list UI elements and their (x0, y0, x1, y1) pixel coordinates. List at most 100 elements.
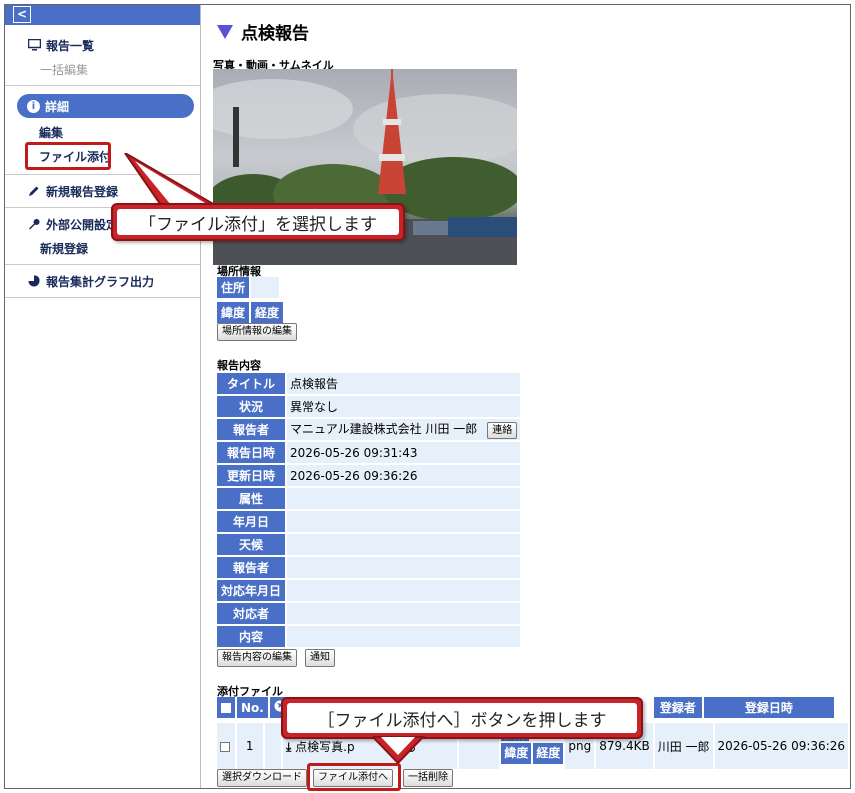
to-file-attach-highlight (307, 763, 401, 791)
content-row-value (287, 511, 521, 532)
table-row: 報告者 マニュアル建設株式会社 川田 一郎 連絡 (217, 419, 521, 440)
file-attach-highlight (25, 142, 111, 170)
callout-press-button-text: ［ファイル添付へ］ボタンを押します (287, 703, 637, 733)
sidebar-item-report-list[interactable]: 報告一覧 (5, 33, 200, 57)
row-checkbox[interactable] (217, 723, 235, 769)
callout-press-button: ［ファイル添付へ］ボタンを押します (281, 697, 643, 739)
row-no: 1 (236, 723, 263, 769)
content-row-value-text: マニュアル建設株式会社 川田 一郎 (290, 422, 478, 436)
content-row-label: 状況 (217, 396, 286, 417)
content-row-label: 対応年月日 (217, 580, 286, 601)
pie-chart-icon (27, 274, 41, 288)
bulk-delete-button[interactable]: 一括削除 (403, 769, 453, 787)
chevron-left-icon[interactable]: < (13, 6, 31, 23)
callout-select-file-attach: 「ファイル添付」を選択します (111, 203, 405, 241)
content-row-label: 対応者 (217, 603, 286, 624)
content-row-label: タイトル (217, 373, 286, 394)
content-row-label: 報告者 (217, 557, 286, 578)
main-content: 点検報告 写真・動画・サムネイル 場所情報 住所 緯度 経度 場所情報の編集 報… (213, 5, 850, 791)
reg-date-header: 登録日時 (703, 697, 834, 718)
table-row: 報告者 (217, 557, 521, 578)
no-header: No. (237, 697, 268, 718)
page-title-text: 点検報告 (241, 24, 309, 44)
sidebar-item-label: 一括編集 (40, 62, 89, 77)
content-row-label: 報告日時 (217, 442, 286, 463)
content-row-value (287, 580, 521, 601)
location-table: 住所 (215, 275, 281, 300)
select-all-checkbox[interactable] (217, 697, 235, 718)
sidebar-item-label: 新規登録 (40, 241, 89, 256)
location-latlng-table: 緯度 経度 (215, 300, 285, 325)
sidebar-item-graph-output[interactable]: 報告集計グラフ出力 (5, 269, 200, 293)
table-row: 対応者 (217, 603, 521, 624)
content-row-value (287, 626, 521, 647)
content-row-label: 天候 (217, 534, 286, 555)
row-reg-date: 2026-05-26 09:36:26 (714, 723, 848, 769)
sidebar-item-label: 報告集計グラフ出力 (46, 274, 155, 289)
pencil-icon (27, 184, 41, 198)
sidebar-item-label: 報告一覧 (46, 38, 95, 53)
content-row-value-text: 異常なし (290, 400, 339, 414)
row-globe-cell (264, 723, 282, 769)
content-row-label: 属性 (217, 488, 286, 509)
info-icon: i (27, 99, 40, 113)
row-registrant: 川田 一郎 (654, 723, 713, 769)
row-lat-label: 緯度 (501, 742, 532, 764)
sidebar-item-edit[interactable]: 編集 (5, 120, 200, 144)
content-row-label: 年月日 (217, 511, 286, 532)
wrench-icon (27, 217, 41, 231)
sidebar-item-bulk-edit: 一括編集 (5, 57, 200, 81)
monitor-icon (27, 38, 41, 52)
content-row-value: 異常なし (287, 396, 521, 417)
content-table: タイトル 点検報告 状況 異常なし 報告者 マニュアル建設株式会社 川田 一郎 連絡 報告日時… (215, 371, 522, 649)
content-row-label: 更新日時 (217, 465, 286, 486)
content-row-value: 2026-05-26 09:36:26 (287, 465, 521, 486)
callout-press-button-pointer (373, 736, 426, 765)
location-lng-header: 経度 (251, 302, 284, 323)
content-row-label: 内容 (217, 626, 286, 647)
sidebar-group-list: 報告一覧 一括編集 (5, 25, 200, 86)
table-row: 年月日 (217, 511, 521, 532)
content-edit-button[interactable]: 報告内容の編集 (217, 649, 297, 667)
registrant-header: 登録者 (653, 697, 702, 718)
content-row-value (287, 557, 521, 578)
download-icon: ⤓ (286, 739, 292, 754)
sidebar-item-label: 詳細 (45, 99, 70, 114)
location-edit-button[interactable]: 場所情報の編集 (217, 323, 297, 341)
sidebar-item-label: 編集 (39, 125, 64, 140)
select-download-button[interactable]: 選択ダウンロード (217, 769, 307, 787)
table-row: 天候 (217, 534, 521, 555)
notify-button[interactable]: 通知 (305, 649, 335, 667)
row-filename-text: 点検写真.p (295, 739, 355, 754)
sidebar-item-details[interactable]: i 詳細 (17, 94, 194, 118)
sidebar-item-label: 外部公開設定 (46, 217, 119, 232)
content-row-value-text: 2026-05-26 09:31:43 (290, 445, 418, 460)
location-address-header: 住所 (217, 277, 250, 298)
content-row-value-text: 2026-05-26 09:36:26 (290, 468, 418, 483)
content-row-value: マニュアル建設株式会社 川田 一郎 連絡 (287, 419, 521, 440)
table-row: 報告日時 2026-05-26 09:31:43 (217, 442, 521, 463)
sidebar-header: < (5, 5, 200, 25)
table-row: 内容 (217, 626, 521, 647)
sidebar-group-graph: 報告集計グラフ出力 (5, 265, 200, 298)
row-lng-label: 経度 (533, 742, 564, 764)
table-row: タイトル 点検報告 (217, 373, 521, 394)
contact-button[interactable]: 連絡 (487, 422, 518, 439)
location-lat-header: 緯度 (217, 302, 250, 323)
table-row: 更新日時 2026-05-26 09:36:26 (217, 465, 521, 486)
content-row-value (287, 488, 521, 509)
content-row-label: 報告者 (217, 419, 286, 440)
app-frame: < 報告一覧 一括編集 i 詳細 編集 ファイル添付 新規報告登録 外部公開設定… (4, 4, 851, 791)
content-row-value-text: 点検報告 (290, 377, 339, 391)
content-row-value: 点検報告 (287, 373, 521, 394)
location-address-cell (251, 277, 280, 298)
table-row: 状況 異常なし (217, 396, 521, 417)
table-row: 対応年月日 (217, 580, 521, 601)
callout-select-file-attach-text: 「ファイル添付」を選択します (117, 209, 399, 235)
content-row-value (287, 603, 521, 624)
triangle-down-icon (217, 24, 233, 39)
table-row: 属性 (217, 488, 521, 509)
content-row-value: 2026-05-26 09:31:43 (287, 442, 521, 463)
sidebar: < 報告一覧 一括編集 i 詳細 編集 ファイル添付 新規報告登録 外部公開設定… (5, 5, 201, 788)
page-title: 点検報告 (217, 19, 309, 44)
